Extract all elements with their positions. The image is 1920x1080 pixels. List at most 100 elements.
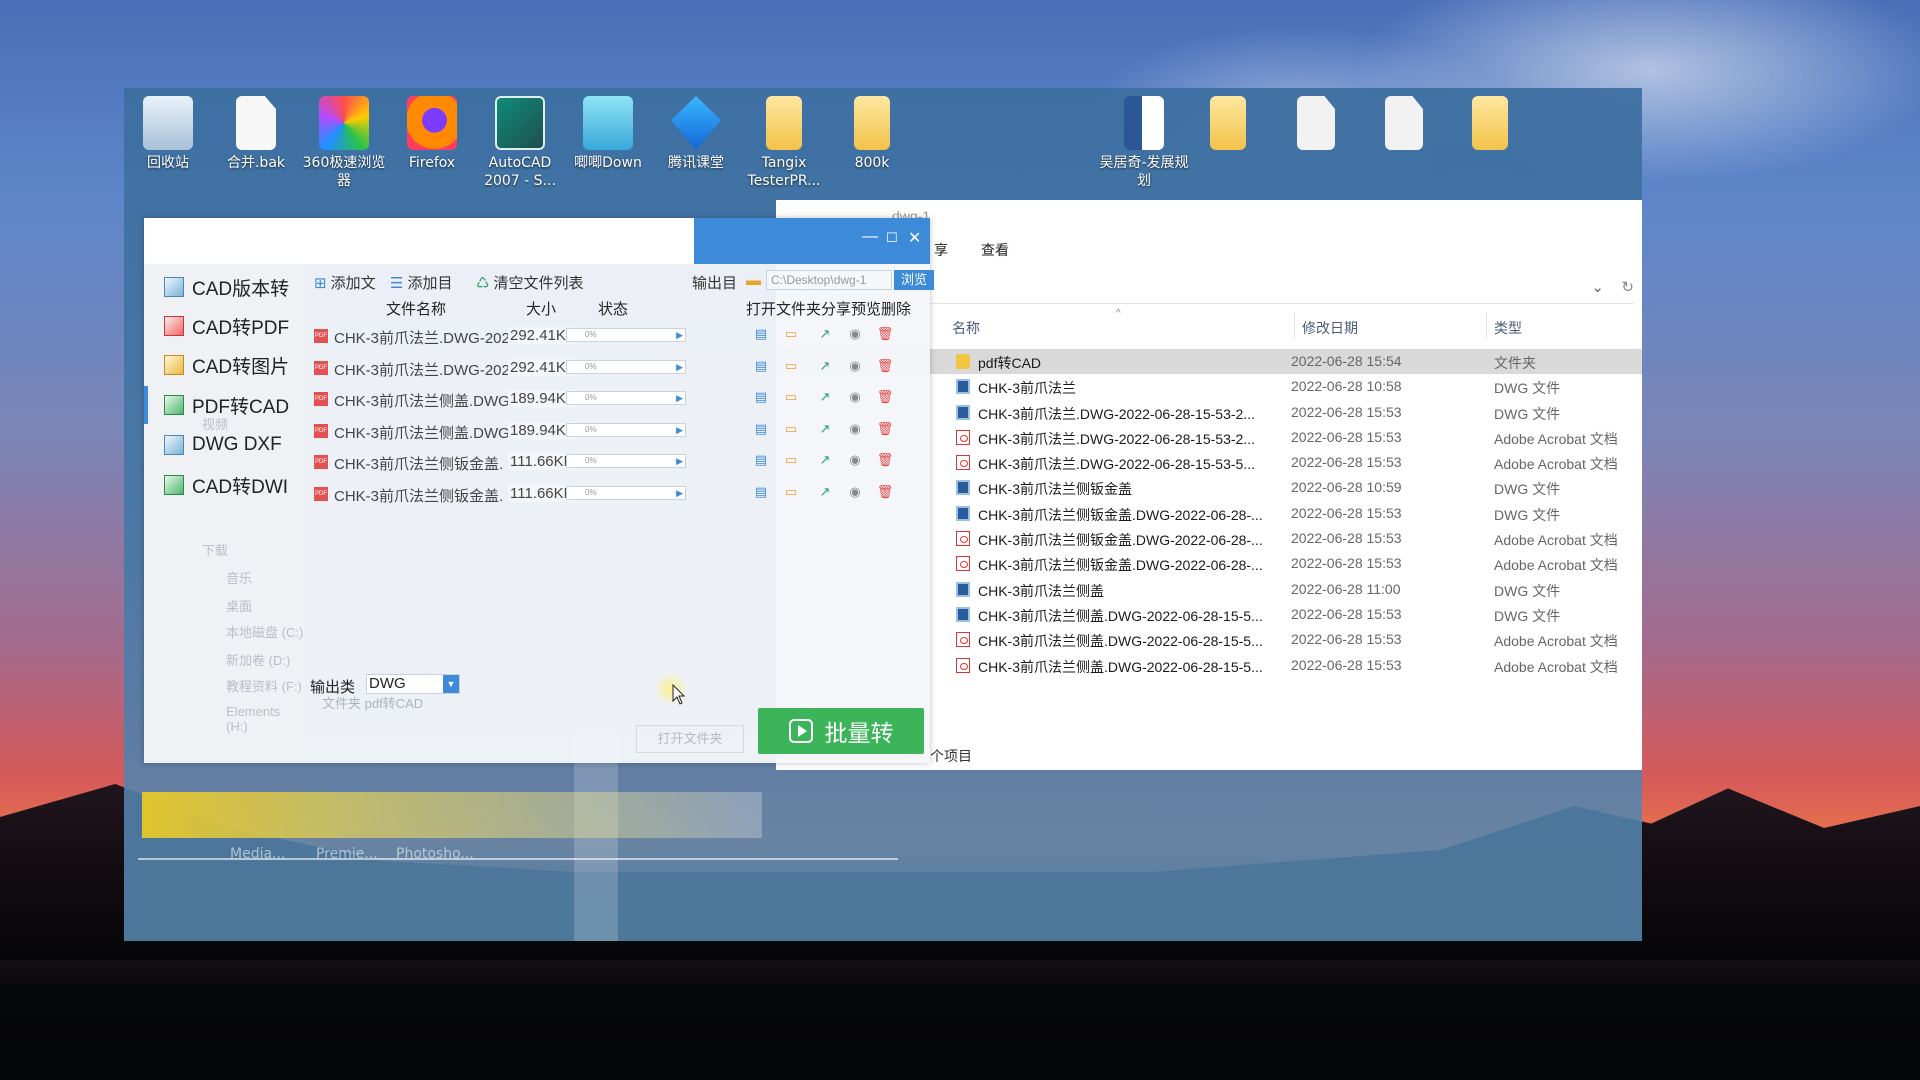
converter-file-list: PDF CHK-3前爪法兰.DWG-2022 292.41KB 0% ▶ ▤ ▭ …: [310, 320, 930, 510]
add-file-button[interactable]: ⊞ 添加文: [314, 272, 376, 293]
desktop-icon-doc-b[interactable]: [1362, 96, 1446, 154]
row-progress: 0% ▶: [566, 328, 686, 342]
open-file-icon[interactable]: ▤: [752, 452, 770, 470]
desktop-icon-folder-b[interactable]: [1448, 96, 1532, 154]
preview-eye-icon[interactable]: ◉: [846, 326, 864, 344]
file-date: 2022-06-28 15:53: [1291, 605, 1402, 622]
desktop-icon-800k[interactable]: 800k: [830, 96, 914, 172]
desktop-icon-folder-a[interactable]: [1186, 96, 1270, 154]
progress-text: 0%: [585, 393, 597, 403]
desktop-icon-recycle-bin[interactable]: 回收站: [126, 96, 210, 172]
table-row[interactable]: PDF CHK-3前爪法兰侧盖.DWG- 189.94KB 0% ▶ ▤ ▭ ↗ …: [310, 415, 930, 447]
minimize-icon[interactable]: —: [862, 228, 878, 246]
clear-icon: ♺: [476, 275, 490, 292]
preview-eye-icon[interactable]: ◉: [846, 358, 864, 376]
clear-list-button[interactable]: ♺ 清空文件列表: [476, 272, 583, 293]
desktop-icon-doc-a[interactable]: [1274, 96, 1358, 154]
delete-trash-icon[interactable]: 🗑: [876, 358, 894, 376]
share-icon[interactable]: ↗: [816, 389, 834, 407]
output-dir-input[interactable]: C:\Desktop\dwg-1: [766, 270, 892, 290]
delete-trash-icon[interactable]: 🗑: [876, 421, 894, 439]
pdf-to-cad-icon: [164, 395, 184, 415]
sidebar-item-cad-to-image[interactable]: CAD转图片: [144, 346, 304, 384]
preview-eye-icon[interactable]: ◉: [846, 421, 864, 439]
progress-text: 0%: [585, 330, 597, 339]
taskbar-preview-bar: [142, 792, 762, 838]
ribbon-tab-share[interactable]: 享: [934, 240, 948, 260]
preview-eye-icon[interactable]: ◉: [846, 484, 864, 502]
file-type: DWG 文件: [1494, 582, 1561, 599]
column-header-name[interactable]: 名称: [952, 318, 980, 338]
pdf-file-icon: [956, 455, 970, 471]
desktop-icon-autocad[interactable]: AutoCAD 2007 - S...: [478, 96, 562, 190]
chevron-down-icon[interactable]: ⌄: [1591, 278, 1604, 296]
preview-eye-icon[interactable]: ◉: [846, 389, 864, 407]
table-row[interactable]: PDF CHK-3前爪法兰侧钣金盖. 111.66KB 0% ▶ ▤ ▭ ↗ ◉ …: [310, 446, 930, 478]
file-name: CHK-3前爪法兰: [978, 380, 1077, 397]
share-icon[interactable]: ↗: [816, 326, 834, 344]
sidebar-item-cad-to-pdf[interactable]: CAD转PDF: [144, 307, 304, 345]
sidebar-item-label: PDF转CAD: [192, 396, 290, 418]
share-icon[interactable]: ↗: [816, 358, 834, 376]
ghost-nav-label: 教程资料 (F:): [226, 679, 302, 694]
open-file-icon[interactable]: ▤: [752, 326, 770, 344]
open-folder-icon[interactable]: ▭: [782, 421, 800, 439]
refresh-icon[interactable]: ↻: [1621, 278, 1634, 296]
sidebar-item-pdf-to-cad[interactable]: PDF转CAD: [144, 386, 304, 424]
desktop-icon-bak-file[interactable]: 合并.bak: [214, 96, 298, 172]
file-date: 2022-06-28 15:53: [1291, 504, 1402, 521]
share-icon[interactable]: ↗: [816, 421, 834, 439]
open-file-icon[interactable]: ▤: [752, 389, 770, 407]
table-row[interactable]: PDF CHK-3前爪法兰.DWG-2022 292.41KB 0% ▶ ▤ ▭ …: [310, 352, 930, 384]
table-row[interactable]: PDF CHK-3前爪法兰侧盖.DWG- 189.94KB 0% ▶ ▤ ▭ ↗ …: [310, 383, 930, 415]
ghost-nav-label: 下载: [202, 543, 229, 558]
add-folder-button[interactable]: ☰ 添加目: [390, 272, 452, 293]
delete-trash-icon[interactable]: 🗑: [876, 452, 894, 470]
open-folder-icon[interactable]: ▭: [782, 484, 800, 502]
desktop-icon-word-doc[interactable]: 吴居奇-发展规划: [1096, 96, 1192, 190]
desktop-icon-label: 唧唧Down: [574, 155, 642, 171]
open-file-icon[interactable]: ▤: [752, 421, 770, 439]
share-icon[interactable]: ↗: [816, 452, 834, 470]
desktop-icon-tencent-classroom[interactable]: 腾讯课堂: [654, 96, 738, 172]
delete-trash-icon[interactable]: 🗑: [876, 484, 894, 502]
column-header-type[interactable]: 类型: [1494, 318, 1522, 338]
play-icon: ▶: [676, 393, 683, 404]
browse-button[interactable]: 浏览: [894, 270, 934, 290]
sidebar-item-cad-version[interactable]: CAD版本转: [144, 268, 304, 306]
table-row[interactable]: PDF CHK-3前爪法兰侧钣金盖. 111.66KB 0% ▶ ▤ ▭ ↗ ◉ …: [310, 478, 930, 510]
sidebar-item-label: CAD版本转: [192, 278, 290, 300]
batch-convert-button[interactable]: 批量转: [758, 708, 924, 754]
table-row[interactable]: PDF CHK-3前爪法兰.DWG-2022 292.41KB 0% ▶ ▤ ▭ …: [310, 320, 930, 352]
file-name: CHK-3前爪法兰侧钣金盖.DWG-2022-06-28-...: [978, 506, 1263, 523]
output-type-select[interactable]: DWG ▼: [366, 674, 460, 694]
folder-icon: ▬: [746, 272, 761, 289]
column-header-modified[interactable]: 修改日期: [1302, 318, 1358, 338]
delete-trash-icon[interactable]: 🗑: [876, 389, 894, 407]
folder-icon: [854, 96, 890, 150]
preview-eye-icon[interactable]: ◉: [846, 452, 864, 470]
sidebar-item-cad-to-dwf[interactable]: CAD转DWI: [144, 466, 304, 504]
open-folder-icon[interactable]: ▭: [782, 452, 800, 470]
open-file-icon[interactable]: ▤: [752, 484, 770, 502]
desktop-icon-tangix[interactable]: Tangix TesterPR...: [742, 96, 826, 190]
close-icon[interactable]: ✕: [908, 228, 921, 248]
share-icon[interactable]: ↗: [816, 484, 834, 502]
open-folder-icon[interactable]: ▭: [782, 326, 800, 344]
row-progress: 0% ▶: [566, 359, 686, 374]
pdf-file-icon: [956, 657, 970, 673]
ribbon-tab-view[interactable]: 查看: [981, 240, 1009, 260]
open-file-icon[interactable]: ▤: [752, 358, 770, 376]
maximize-icon[interactable]: ☐: [886, 230, 898, 246]
row-progress: 0% ▶: [566, 391, 686, 406]
ghost-desktop-label: Media...: [230, 846, 286, 862]
sidebar-item-dwg-dxf[interactable]: DWG DXF: [144, 426, 304, 464]
open-folder-icon[interactable]: ▭: [782, 358, 800, 376]
open-folder-icon[interactable]: ▭: [782, 389, 800, 407]
desktop-icon-firefox[interactable]: Firefox: [390, 96, 474, 172]
ghost-folder-field: 文件夹 pdf转CAD: [322, 696, 424, 711]
play-icon: [788, 719, 813, 743]
delete-trash-icon[interactable]: 🗑: [876, 326, 894, 344]
desktop-icon-jijidown[interactable]: 唧唧Down: [566, 96, 650, 172]
desktop-icon-360-browser[interactable]: 360极速浏览器: [302, 96, 386, 190]
